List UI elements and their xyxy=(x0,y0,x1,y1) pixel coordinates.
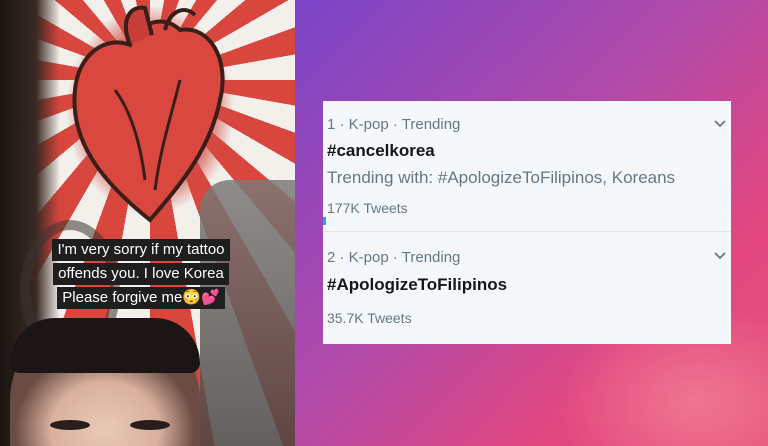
caption-line-1: I'm very sorry if my tattoo xyxy=(52,239,230,261)
left-eye xyxy=(50,420,90,430)
caption-line-3: Please forgive me😳💕 xyxy=(57,287,225,309)
tattoo-photo: I'm very sorry if my tattoo offends you.… xyxy=(0,0,295,446)
trend-2-meta: 2 · K-pop · Trending xyxy=(327,249,461,266)
trend-item-1[interactable]: 1 · K-pop · Trending #cancelkorea Trendi… xyxy=(323,101,731,231)
chevron-down-icon[interactable] xyxy=(713,249,727,263)
trend-1-trending-with: Trending with: #ApologizeToFilipinos, Ko… xyxy=(327,168,676,187)
apology-caption: I'm very sorry if my tattoo offends you.… xyxy=(44,238,238,310)
trend-1-tweet-count: 177K Tweets xyxy=(327,200,408,216)
trend-2-hashtag[interactable]: #ApologizeToFilipinos xyxy=(327,275,507,295)
right-eye xyxy=(130,420,170,430)
caption-line-2: offends you. I love Korea xyxy=(53,263,229,285)
trending-card: 1 · K-pop · Trending #cancelkorea Trendi… xyxy=(323,101,731,344)
trend-2-tweet-count: 35.7K Tweets xyxy=(327,310,412,326)
chevron-down-icon[interactable] xyxy=(713,117,727,131)
trend-1-hashtag[interactable]: #cancelkorea xyxy=(327,141,435,161)
trend-item-2[interactable]: 2 · K-pop · Trending #ApologizeToFilipin… xyxy=(323,232,731,344)
accent-mark xyxy=(323,217,326,225)
sleeve-tattoo xyxy=(200,180,295,446)
trend-1-meta: 1 · K-pop · Trending xyxy=(327,116,461,133)
person-hair xyxy=(10,318,200,373)
